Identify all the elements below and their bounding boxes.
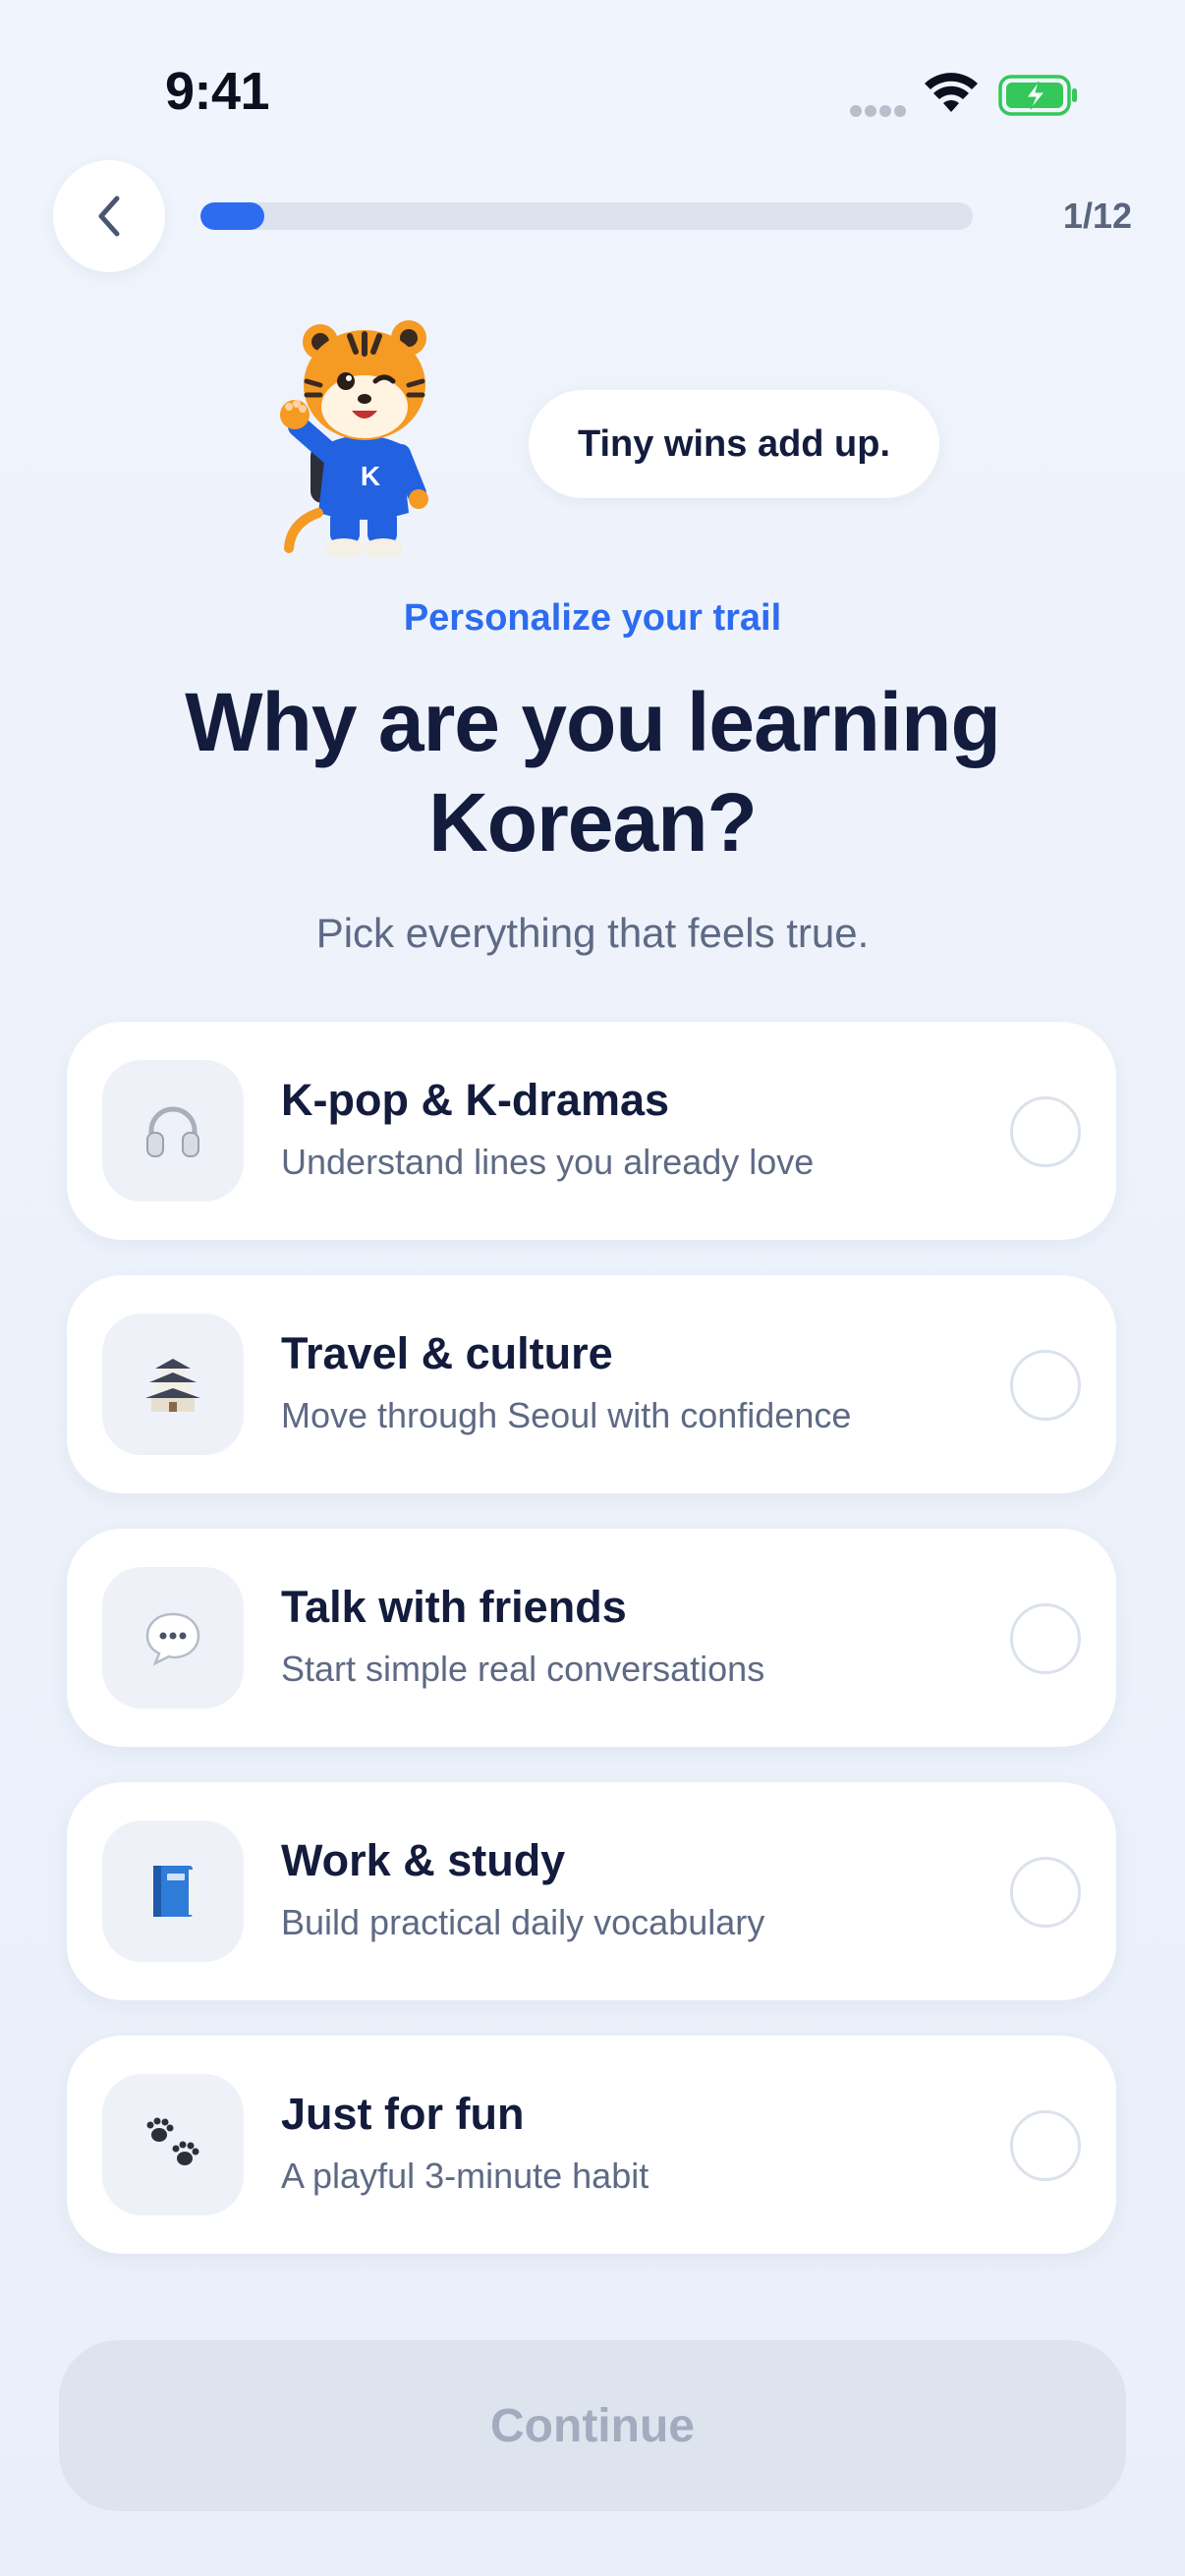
option-description: Understand lines you already love bbox=[281, 1142, 815, 1182]
status-bar: 9:41 bbox=[0, 0, 1185, 177]
option-travel-culture[interactable]: Travel & culture Move through Seoul with… bbox=[67, 1275, 1116, 1493]
continue-button[interactable]: Continue bbox=[59, 2340, 1126, 2511]
status-time: 9:41 bbox=[165, 62, 270, 121]
cellular-signal-icon bbox=[850, 105, 906, 117]
progress-bar bbox=[200, 202, 973, 230]
option-title: Work & study bbox=[281, 1835, 566, 1885]
option-description: Build practical daily vocabulary bbox=[281, 1902, 765, 1942]
page-title: Why are you learning Korean? bbox=[185, 676, 1001, 868]
chevron-left-icon bbox=[98, 196, 120, 237]
eyebrow-label: Personalize your trail bbox=[403, 597, 782, 639]
option-talk-with-friends[interactable]: Talk with friends Start simple real conv… bbox=[67, 1529, 1116, 1747]
option-radio[interactable] bbox=[1010, 1857, 1081, 1928]
speech-bubble-icon bbox=[102, 1567, 244, 1708]
option-title: Just for fun bbox=[281, 2089, 525, 2139]
svg-text:K: K bbox=[361, 461, 380, 491]
option-work-study[interactable]: Work & study Build practical daily vocab… bbox=[67, 1782, 1116, 2000]
option-title: Talk with friends bbox=[281, 1582, 627, 1632]
book-icon bbox=[102, 1820, 244, 1962]
paw-prints-icon bbox=[102, 2074, 244, 2215]
option-title: K-pop & K-dramas bbox=[281, 1075, 670, 1125]
mascot-speech-bubble: Tiny wins add up. bbox=[529, 390, 939, 498]
progress-counter: 1/12 bbox=[1062, 196, 1132, 236]
options-list: K-pop & K-dramas Understand lines you al… bbox=[67, 1022, 1116, 2289]
progress-bar-fill bbox=[200, 202, 265, 230]
tiger-mascot-image: K bbox=[280, 320, 428, 558]
option-radio[interactable] bbox=[1010, 1350, 1081, 1421]
option-radio[interactable] bbox=[1010, 1603, 1081, 1674]
option-description: Move through Seoul with confidence bbox=[281, 1395, 852, 1435]
option-description: Start simple real conversations bbox=[281, 1649, 765, 1689]
headphones-icon bbox=[102, 1060, 244, 1202]
castle-icon bbox=[102, 1314, 244, 1455]
option-radio[interactable] bbox=[1010, 1096, 1081, 1167]
wifi-icon bbox=[925, 73, 978, 112]
option-radio[interactable] bbox=[1010, 2110, 1081, 2181]
battery-charging-icon bbox=[998, 75, 1077, 116]
back-button[interactable] bbox=[53, 160, 165, 272]
option-description: A playful 3-minute habit bbox=[281, 2156, 649, 2196]
option-kpop-kdramas[interactable]: K-pop & K-dramas Understand lines you al… bbox=[67, 1022, 1116, 1240]
option-title: Travel & culture bbox=[281, 1328, 613, 1378]
page-subtitle: Pick everything that feels true. bbox=[315, 910, 870, 956]
option-just-for-fun[interactable]: Just for fun A playful 3-minute habit bbox=[67, 2036, 1116, 2254]
